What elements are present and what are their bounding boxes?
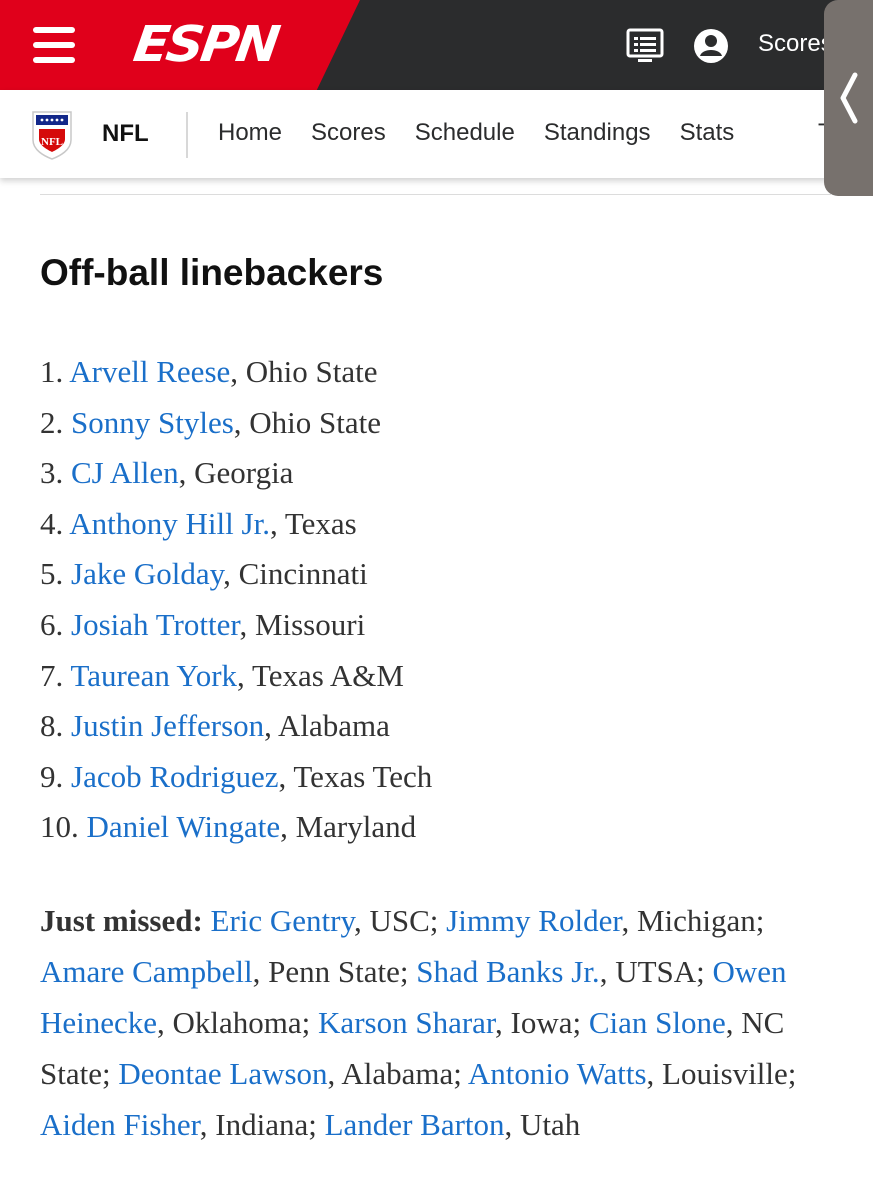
player-link[interactable]: Deontae Lawson bbox=[118, 1056, 327, 1091]
player-school: , Texas bbox=[269, 505, 357, 541]
player-link[interactable]: Taurean York bbox=[70, 658, 237, 693]
ranking-item: 8. Justin Jefferson, Alabama bbox=[40, 701, 432, 752]
nav-link-scores[interactable]: Scores bbox=[311, 119, 386, 147]
just-missed-label: Just missed: bbox=[40, 903, 203, 938]
ranking-item: 1. Arvell Reese, Ohio State bbox=[40, 347, 432, 398]
tv-screen-icon[interactable] bbox=[626, 26, 666, 66]
section-heading: Off-ball linebackers bbox=[40, 252, 384, 293]
league-subnav: NFL NFL Home Scores Schedule Standings S… bbox=[0, 90, 873, 178]
rank-number: 3. bbox=[40, 455, 64, 491]
side-panel-tab[interactable] bbox=[824, 0, 873, 196]
player-link[interactable]: Eric Gentry bbox=[211, 903, 354, 938]
subnav-divider bbox=[186, 112, 188, 158]
player-link[interactable]: Antonio Watts bbox=[468, 1056, 647, 1091]
user-account-icon[interactable] bbox=[692, 26, 732, 66]
player-link[interactable]: Cian Slone bbox=[589, 1005, 726, 1040]
ranking-item: 7. Taurean York, Texas A&M bbox=[40, 651, 432, 702]
player-school: , Missouri bbox=[239, 606, 366, 642]
player-link[interactable]: Arvell Reese bbox=[69, 354, 230, 389]
player-link[interactable]: Amare Campbell bbox=[40, 954, 253, 989]
player-link[interactable]: Karson Sharar bbox=[318, 1005, 495, 1040]
player-link[interactable]: Aiden Fisher bbox=[40, 1107, 200, 1142]
player-school: , Penn State; bbox=[252, 954, 409, 989]
player-school: , UTSA; bbox=[599, 954, 705, 989]
rank-number: 2. bbox=[40, 404, 64, 440]
player-link[interactable]: Shad Banks Jr. bbox=[416, 954, 599, 989]
ranking-item: 2. Sonny Styles, Ohio State bbox=[40, 398, 432, 449]
player-link[interactable]: Justin Jefferson bbox=[71, 708, 264, 743]
player-link[interactable]: Anthony Hill Jr. bbox=[69, 506, 270, 541]
player-school: , Texas Tech bbox=[278, 758, 433, 794]
ranking-item: 5. Jake Golday, Cincinnati bbox=[40, 549, 432, 600]
player-school: , Texas A&M bbox=[237, 657, 404, 693]
nav-link-schedule[interactable]: Schedule bbox=[415, 119, 515, 147]
scores-link[interactable]: Scores bbox=[758, 30, 833, 58]
hamburger-menu-icon[interactable] bbox=[33, 27, 75, 63]
rank-number: 10. bbox=[40, 809, 79, 845]
espn-top-bar: ESPN Scores bbox=[0, 0, 873, 90]
league-nav-links: Home Scores Schedule Standings Stats bbox=[218, 119, 734, 147]
player-school: , USC; bbox=[353, 903, 439, 938]
espn-logo[interactable]: ESPN bbox=[130, 17, 281, 74]
just-missed-paragraph: Just missed: Eric Gentry, USC; Jimmy Rol… bbox=[40, 895, 840, 1150]
rank-number: 6. bbox=[40, 606, 64, 642]
ranking-item: 4. Anthony Hill Jr., Texas bbox=[40, 499, 432, 550]
nav-link-stats[interactable]: Stats bbox=[680, 119, 735, 147]
player-school: , Ohio State bbox=[230, 354, 378, 389]
nav-link-standings[interactable]: Standings bbox=[544, 119, 651, 147]
rank-number: 8. bbox=[40, 708, 64, 744]
player-school: , Louisville; bbox=[646, 1056, 797, 1091]
player-school: , Utah bbox=[504, 1107, 581, 1142]
player-school: , Ohio State bbox=[233, 404, 382, 440]
player-link[interactable]: CJ Allen bbox=[71, 455, 179, 490]
ranking-item: 6. Josiah Trotter, Missouri bbox=[40, 600, 432, 651]
player-link[interactable]: Josiah Trotter bbox=[71, 607, 239, 642]
player-school: , Alabama; bbox=[327, 1056, 462, 1091]
player-school: , Maryland bbox=[280, 809, 417, 845]
player-link[interactable]: Sonny Styles bbox=[71, 405, 234, 440]
player-link[interactable]: Jacob Rodriguez bbox=[71, 759, 278, 794]
nav-link-home[interactable]: Home bbox=[218, 119, 282, 147]
league-label[interactable]: NFL bbox=[102, 120, 149, 148]
ranking-item: 3. CJ Allen, Georgia bbox=[40, 448, 432, 499]
player-link[interactable]: Jimmy Rolder bbox=[446, 903, 621, 938]
player-school: , Alabama bbox=[264, 708, 390, 744]
player-link[interactable]: Jake Golday bbox=[71, 556, 223, 591]
rank-number: 7. bbox=[40, 657, 64, 693]
player-school: , Michigan; bbox=[621, 903, 765, 938]
chevron-left-icon bbox=[840, 72, 858, 124]
ranking-item: 10. Daniel Wingate, Maryland bbox=[40, 802, 432, 853]
ranking-item: 9. Jacob Rodriguez, Texas Tech bbox=[40, 752, 432, 803]
player-school: , Indiana; bbox=[199, 1107, 317, 1142]
player-link[interactable]: Daniel Wingate bbox=[87, 809, 281, 844]
player-school: , Cincinnati bbox=[223, 556, 368, 592]
rank-number: 5. bbox=[40, 556, 64, 592]
section-divider bbox=[40, 194, 832, 195]
rank-number: 9. bbox=[40, 758, 64, 794]
svg-text:NFL: NFL bbox=[41, 136, 63, 148]
player-school: , Georgia bbox=[178, 455, 294, 491]
player-link[interactable]: Lander Barton bbox=[325, 1107, 505, 1142]
rank-number: 4. bbox=[40, 505, 64, 541]
ranking-list: 1. Arvell Reese, Ohio State 2. Sonny Sty… bbox=[40, 347, 432, 853]
nfl-shield-logo[interactable]: NFL bbox=[30, 108, 74, 160]
rank-number: 1. bbox=[40, 354, 64, 389]
player-school: , Oklahoma; bbox=[157, 1005, 311, 1040]
player-school: , Iowa; bbox=[495, 1005, 582, 1040]
